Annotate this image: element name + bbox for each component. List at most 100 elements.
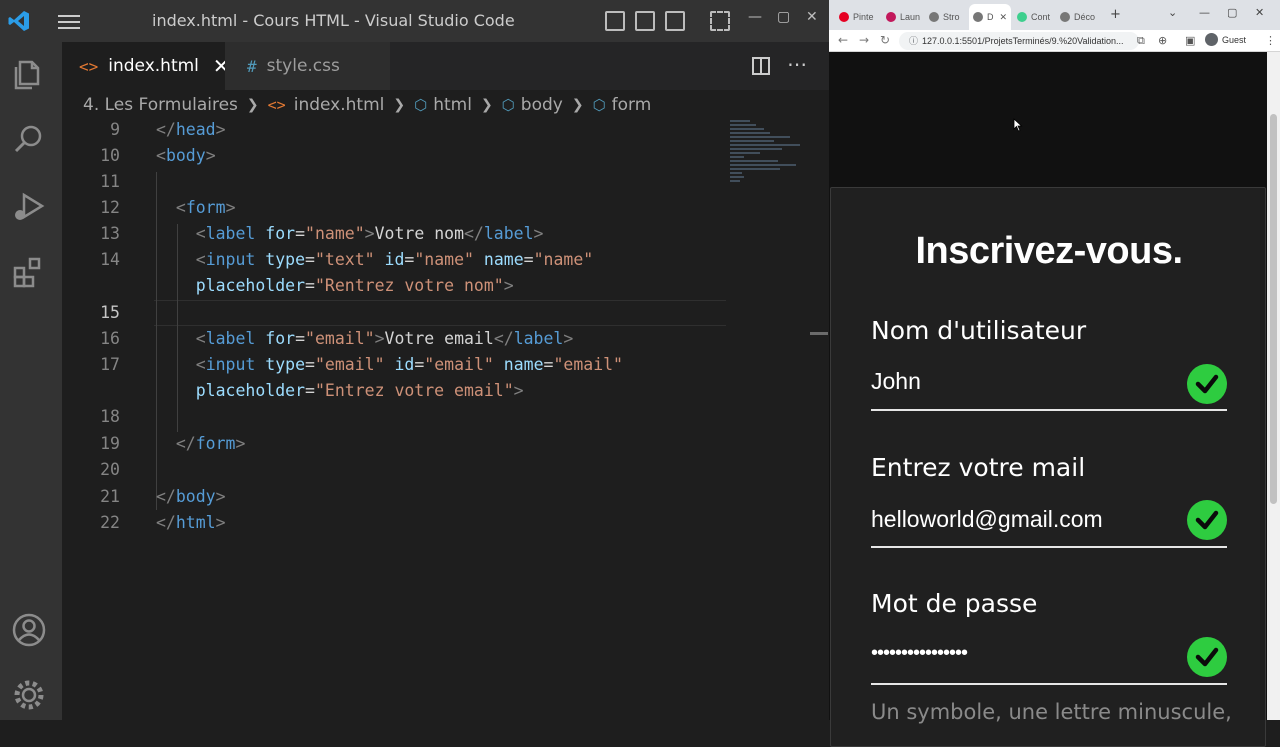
scrollbar-marker[interactable] bbox=[810, 332, 828, 335]
password-input[interactable]: •••••••••••••••• bbox=[871, 642, 968, 665]
reload-icon[interactable]: ↻ bbox=[880, 33, 890, 47]
username-label: Nom d'utilisateur bbox=[871, 316, 1087, 345]
breadcrumb-folder[interactable]: 4. Les Formulaires bbox=[83, 95, 238, 115]
tab-style-css[interactable]: # style.css bbox=[225, 42, 390, 90]
split-editor-icon[interactable] bbox=[751, 56, 771, 76]
toggle-sidebar-icon[interactable] bbox=[605, 11, 625, 31]
code-line[interactable]: 19 </form> bbox=[62, 431, 727, 457]
browser-tab-cont[interactable]: Cont bbox=[1017, 6, 1050, 28]
element-symbol-icon: ⬡ bbox=[501, 96, 515, 114]
code-line[interactable]: 9 </head> bbox=[62, 117, 727, 143]
code-line[interactable]: 16 <label for="email">Votre email</label… bbox=[62, 326, 727, 352]
extensions-icon[interactable] bbox=[10, 254, 48, 292]
maximize-icon[interactable]: ▢ bbox=[777, 9, 790, 25]
tab-index-html[interactable]: <> index.html ✕ bbox=[62, 42, 230, 90]
tab-label: index.html bbox=[108, 56, 199, 76]
new-tab-icon[interactable]: + bbox=[1110, 7, 1121, 22]
activity-bar bbox=[0, 42, 62, 720]
browser-tab-deco[interactable]: Déco bbox=[1060, 6, 1095, 28]
close-tab-icon[interactable]: ✕ bbox=[1000, 12, 1008, 23]
code-line[interactable]: placeholder="Entrez votre email"> bbox=[62, 378, 727, 404]
minimize-icon[interactable]: — bbox=[1199, 6, 1210, 19]
code-line[interactable]: 20 bbox=[62, 457, 727, 483]
chevron-down-icon[interactable]: ⌄ bbox=[1168, 6, 1177, 19]
maximize-icon[interactable]: ▢ bbox=[1227, 6, 1237, 19]
minimize-icon[interactable]: — bbox=[748, 9, 762, 25]
code-editor[interactable]: 9 </head> 10 <body> 11 12 <form> 13 <label… bbox=[62, 120, 829, 720]
settings-gear-icon[interactable] bbox=[10, 676, 48, 714]
zoom-icon[interactable]: ⊕ bbox=[1158, 34, 1167, 47]
code-line[interactable]: 21 </body> bbox=[62, 484, 727, 510]
browser-tab-active[interactable]: D ✕ bbox=[969, 4, 1012, 30]
code-line[interactable]: 14 <input type="text" id="name" name="na… bbox=[62, 247, 727, 273]
valid-check-icon bbox=[1187, 364, 1227, 404]
account-icon[interactable] bbox=[10, 611, 48, 649]
html-file-icon: <> bbox=[79, 56, 99, 76]
browser-tab-stro[interactable]: Stro bbox=[929, 6, 960, 28]
close-window-icon[interactable]: ✕ bbox=[806, 9, 818, 25]
code-line[interactable]: 13 <label for="name">Votre nom</label> bbox=[62, 221, 727, 247]
info-icon[interactable]: ⓘ bbox=[909, 36, 918, 46]
input-underline bbox=[871, 546, 1227, 548]
code-line[interactable]: 18 bbox=[62, 404, 727, 430]
translate-icon[interactable]: ⧉ bbox=[1137, 34, 1145, 48]
page-scrollbar[interactable] bbox=[1267, 52, 1280, 720]
browser-tab-launch[interactable]: Laun bbox=[886, 6, 920, 28]
vscode-window: index.html - Cours HTML - Visual Studio … bbox=[0, 0, 829, 720]
page-viewport: Inscrivez-vous. Nom d'utilisateur John E… bbox=[829, 52, 1267, 747]
search-icon[interactable] bbox=[10, 120, 48, 158]
chevron-right-icon: ❯ bbox=[246, 97, 259, 113]
chevron-right-icon: ❯ bbox=[571, 97, 584, 113]
chevron-right-icon: ❯ bbox=[480, 97, 493, 113]
chevron-right-icon: ❯ bbox=[393, 97, 406, 113]
breadcrumb-file[interactable]: index.html bbox=[294, 95, 385, 115]
password-hint: Un symbole, une lettre minuscule, bbox=[871, 700, 1232, 724]
code-line[interactable]: 22 </html> bbox=[62, 510, 727, 536]
code-line[interactable]: 10 <body> bbox=[62, 143, 727, 169]
back-icon[interactable]: ← bbox=[838, 33, 848, 47]
username-input[interactable]: John bbox=[871, 368, 921, 395]
browser-window: Pinte Laun Stro D ✕ Cont Déco + ⌄ — ▢ ✕ ←… bbox=[829, 0, 1280, 747]
profile-button[interactable]: Guest bbox=[1205, 33, 1246, 46]
code-line[interactable]: 12 <form> bbox=[62, 195, 727, 221]
valid-check-icon bbox=[1187, 500, 1227, 540]
run-debug-icon[interactable] bbox=[10, 187, 48, 225]
window-title: index.html - Cours HTML - Visual Studio … bbox=[152, 11, 515, 30]
input-underline bbox=[871, 409, 1227, 411]
code-line[interactable]: 17 <input type="email" id="email" name="… bbox=[62, 352, 727, 378]
more-actions-icon[interactable]: ⋯ bbox=[787, 52, 807, 76]
side-panel-icon[interactable]: ▣ bbox=[1185, 34, 1195, 47]
breadcrumb-html[interactable]: html bbox=[433, 95, 472, 115]
scrollbar-thumb[interactable] bbox=[1270, 114, 1277, 504]
breadcrumb-body[interactable]: body bbox=[521, 95, 563, 115]
page-title: Inscrivez-vous. bbox=[915, 230, 1183, 272]
toggle-panel-icon[interactable] bbox=[635, 11, 655, 31]
editor-tab-bar: <> index.html ✕ # style.css ⋯ bbox=[62, 42, 829, 90]
code-line[interactable]: placeholder="Rentrez votre nom"> bbox=[62, 273, 727, 299]
breadcrumb-form[interactable]: form bbox=[612, 95, 652, 115]
tab-label: style.css bbox=[266, 56, 340, 76]
password-label: Mot de passe bbox=[871, 589, 1038, 618]
explorer-icon[interactable] bbox=[10, 54, 48, 92]
email-input[interactable]: helloworld@gmail.com bbox=[871, 506, 1103, 533]
valid-check-icon bbox=[1187, 637, 1227, 677]
forward-icon[interactable]: → bbox=[859, 33, 869, 47]
element-symbol-icon: ⬡ bbox=[592, 96, 606, 114]
css-file-icon: # bbox=[247, 56, 257, 76]
minimap[interactable] bbox=[730, 120, 810, 190]
mouse-cursor-icon bbox=[1013, 118, 1023, 132]
input-underline bbox=[871, 683, 1227, 685]
code-line[interactable]: 11 bbox=[62, 169, 727, 195]
hamburger-menu-icon[interactable] bbox=[58, 12, 80, 30]
signup-form-card: Inscrivez-vous. Nom d'utilisateur John E… bbox=[830, 187, 1266, 747]
code-line[interactable]: 15 bbox=[62, 300, 727, 326]
avatar bbox=[1205, 33, 1218, 46]
toggle-secondary-sidebar-icon[interactable] bbox=[665, 11, 685, 31]
customize-layout-icon[interactable] bbox=[710, 11, 730, 31]
menu-icon[interactable]: ⋮ bbox=[1265, 34, 1276, 47]
breadcrumb: 4. Les Formulaires ❯ <> index.html ❯ ⬡ h… bbox=[62, 90, 829, 120]
close-window-icon[interactable]: ✕ bbox=[1255, 6, 1264, 19]
address-bar[interactable]: ⓘ 127.0.0.1:5501/ProjetsTerminés/9.%20Val… bbox=[899, 32, 1139, 50]
vscode-logo-icon[interactable] bbox=[7, 9, 31, 33]
browser-tab-pinterest[interactable]: Pinte bbox=[839, 6, 874, 28]
